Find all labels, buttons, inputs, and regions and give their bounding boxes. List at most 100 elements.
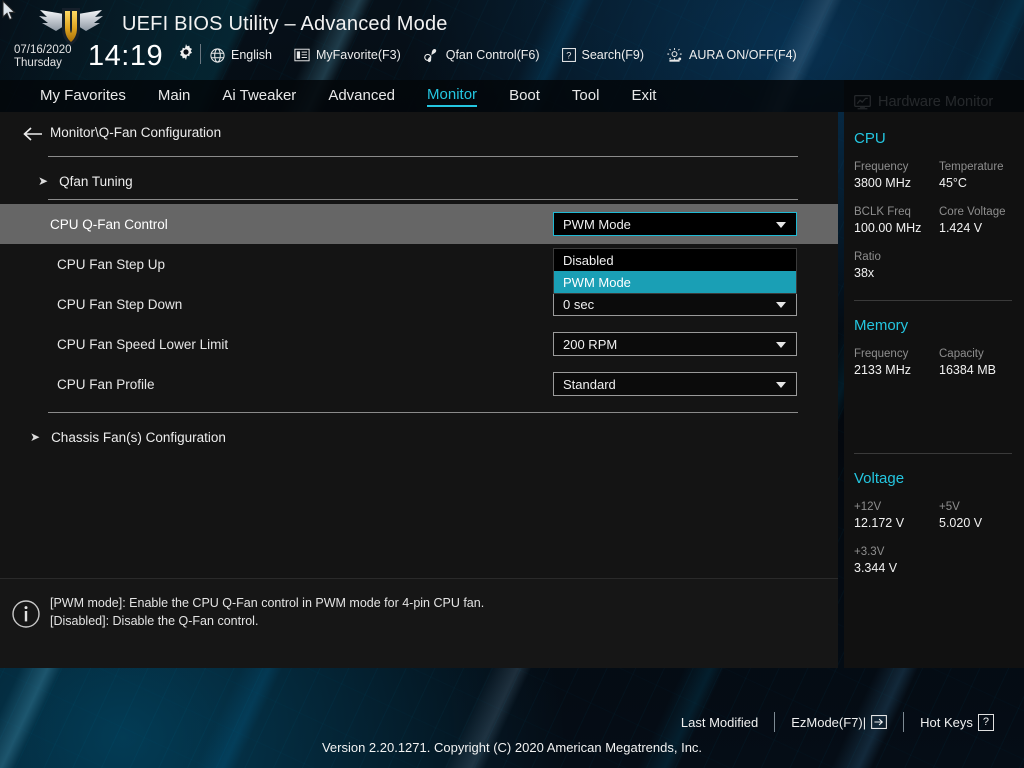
clock-time: 14:19 <box>88 40 164 72</box>
myfavorite-button[interactable]: MyFavorite(F3) <box>294 48 401 62</box>
tab-ai-tweaker[interactable]: Ai Tweaker <box>222 87 296 106</box>
submenu-arrow-icon: ➤ <box>30 430 41 444</box>
dropdown-cpu-qfan-control-options[interactable]: Disabled PWM Mode <box>553 248 797 294</box>
sidebar-pair-row: +12V 12.172 V +5V 5.020 V <box>844 500 1024 532</box>
metric-value: 2133 MHz <box>854 363 911 377</box>
qfan-control-button[interactable]: Qfan Control(F6) <box>423 48 540 63</box>
row-label: CPU Fan Step Up <box>57 256 166 272</box>
hot-keys-label: Hot Keys <box>920 714 973 730</box>
combo-value: Standard <box>563 376 616 392</box>
submenu-arrow-icon: ➤ <box>38 174 49 188</box>
row-label: CPU Fan Step Down <box>57 296 183 312</box>
sidebar-section-memory: Memory <box>854 317 909 334</box>
metric-value: 3800 MHz <box>854 176 911 190</box>
tab-boot[interactable]: Boot <box>509 87 540 106</box>
metric-key: +12V <box>854 501 882 513</box>
metric-key: Frequency <box>854 348 909 360</box>
row-cpu-fan-profile[interactable]: CPU Fan Profile Standard <box>0 364 838 404</box>
help-line-1: [PWM mode]: Enable the CPU Q-Fan control… <box>50 596 485 610</box>
chevron-down-icon <box>776 302 786 308</box>
metric-key: Ratio <box>854 251 881 263</box>
header-divider <box>200 44 201 64</box>
combo-cpu-qfan-control[interactable]: PWM Mode <box>553 212 797 236</box>
section-divider <box>48 412 798 413</box>
submenu-qfan-tuning-label: Qfan Tuning <box>59 173 133 189</box>
dropdown-option-pwm-mode[interactable]: PWM Mode <box>554 271 796 293</box>
myfavorite-label: MyFavorite(F3) <box>316 48 401 62</box>
settings-rows: CPU Q-Fan Control PWM Mode CPU Fan Step … <box>0 204 838 404</box>
breadcrumb-rule <box>48 156 798 157</box>
svg-text:?: ? <box>566 51 571 61</box>
combo-value: 0 sec <box>563 296 595 312</box>
gear-icon[interactable] <box>178 44 194 60</box>
app-title: UEFI BIOS Utility – Advanced Mode <box>122 13 448 35</box>
submenu-qfan-tuning[interactable]: ➤ Qfan Tuning <box>0 163 838 199</box>
metric-key: +3.3V <box>854 546 885 558</box>
settings-panel: Monitor\Q-Fan Configuration ➤ Qfan Tunin… <box>0 112 838 578</box>
tab-main[interactable]: Main <box>158 87 191 106</box>
last-modified-label: Last Modified <box>680 714 759 730</box>
metric-value: 45°C <box>939 176 967 190</box>
header-bar: UEFI BIOS Utility – Advanced Mode 07/16/… <box>0 0 1024 80</box>
ezmode-button[interactable]: EzMode(F7)| <box>775 715 903 730</box>
combo-value: PWM Mode <box>563 216 631 232</box>
help-line-2: [Disabled]: Disable the Q-Fan control. <box>50 614 259 628</box>
sidebar-section-voltage: Voltage <box>854 470 905 487</box>
chevron-down-icon <box>776 382 786 388</box>
sidebar-divider <box>854 453 1012 454</box>
main-navigation: My Favorites Main Ai Tweaker Advanced Mo… <box>0 80 1024 112</box>
sidebar-pair-row: +3.3V 3.344 V <box>844 545 1024 577</box>
metric-key: +5V <box>939 501 960 513</box>
row-label: CPU Fan Profile <box>57 376 155 392</box>
exit-arrow-icon <box>871 715 888 729</box>
tab-exit[interactable]: Exit <box>631 87 656 106</box>
tab-advanced[interactable]: Advanced <box>328 87 395 106</box>
sidebar-pair-row: Frequency 2133 MHz Capacity 16384 MB <box>844 347 1024 379</box>
metric-value: 3.344 V <box>854 561 898 575</box>
combo-cpu-fan-profile[interactable]: Standard <box>553 372 797 396</box>
combo-cpu-fan-speed-lower-limit[interactable]: 200 RPM <box>553 332 797 356</box>
metric-key: BCLK Freq <box>854 206 911 218</box>
search-button[interactable]: ? Search(F9) <box>561 48 645 62</box>
ezmode-label: EzMode(F7)| <box>791 714 867 730</box>
combo-cpu-fan-step-down[interactable]: 0 sec <box>553 292 797 316</box>
aura-button[interactable]: AURA ON/OFF(F4) <box>666 47 797 63</box>
dropdown-option-disabled[interactable]: Disabled <box>554 249 796 271</box>
sidebar-section-cpu: CPU <box>854 130 886 147</box>
sidebar-pair-row: Frequency 3800 MHz Temperature 45°C <box>844 160 1024 192</box>
combo-value: 200 RPM <box>563 336 618 352</box>
metric-value: 38x <box>854 266 875 280</box>
row-cpu-fan-speed-lower-limit[interactable]: CPU Fan Speed Lower Limit 200 RPM <box>0 324 838 364</box>
submenu-chassis-fan-configuration[interactable]: ➤ Chassis Fan(s) Configuration <box>0 419 838 455</box>
fan-icon <box>423 48 436 62</box>
row-label: CPU Q-Fan Control <box>50 216 168 232</box>
metric-value: 12.172 V <box>854 516 905 530</box>
chevron-down-icon <box>776 342 786 348</box>
question-box-icon: ? <box>561 48 576 62</box>
sidebar-divider <box>854 300 1012 301</box>
chevron-down-icon <box>776 222 786 228</box>
language-button[interactable]: English <box>210 47 272 63</box>
tab-monitor[interactable]: Monitor <box>427 86 478 107</box>
qfan-control-label: Qfan Control(F6) <box>445 48 540 62</box>
metric-key: Frequency <box>854 161 909 173</box>
mouse-cursor <box>2 0 16 21</box>
row-cpu-qfan-control[interactable]: CPU Q-Fan Control PWM Mode <box>0 204 838 244</box>
footer-bar: Last Modified EzMode(F7)| Hot Keys ? Ver… <box>0 700 1024 768</box>
globe-icon <box>210 47 225 63</box>
metric-value: 16384 MB <box>939 363 996 377</box>
last-modified-button[interactable]: Last Modified <box>665 715 774 730</box>
hot-keys-button[interactable]: Hot Keys ? <box>904 713 1010 731</box>
tab-my-favorites[interactable]: My Favorites <box>40 87 126 106</box>
hardware-monitor-sidebar: Hardware Monitor CPU Frequency 3800 MHz … <box>844 80 1024 668</box>
help-text: [PWM mode]: Enable the CPU Q-Fan control… <box>50 594 484 630</box>
back-arrow-icon[interactable] <box>22 124 44 144</box>
search-label: Search(F9) <box>581 48 645 62</box>
breadcrumb-bar: Monitor\Q-Fan Configuration <box>0 112 838 156</box>
date-text: 07/16/2020 <box>14 44 72 56</box>
tab-tool[interactable]: Tool <box>572 87 600 106</box>
header-quick-actions: English MyFavorite(F3) Qfan Control(F6) … <box>210 44 797 66</box>
breadcrumb: Monitor\Q-Fan Configuration <box>50 125 222 140</box>
submenu-chassis-fan-label: Chassis Fan(s) Configuration <box>51 429 226 445</box>
metric-value: 100.00 MHz <box>854 221 922 235</box>
